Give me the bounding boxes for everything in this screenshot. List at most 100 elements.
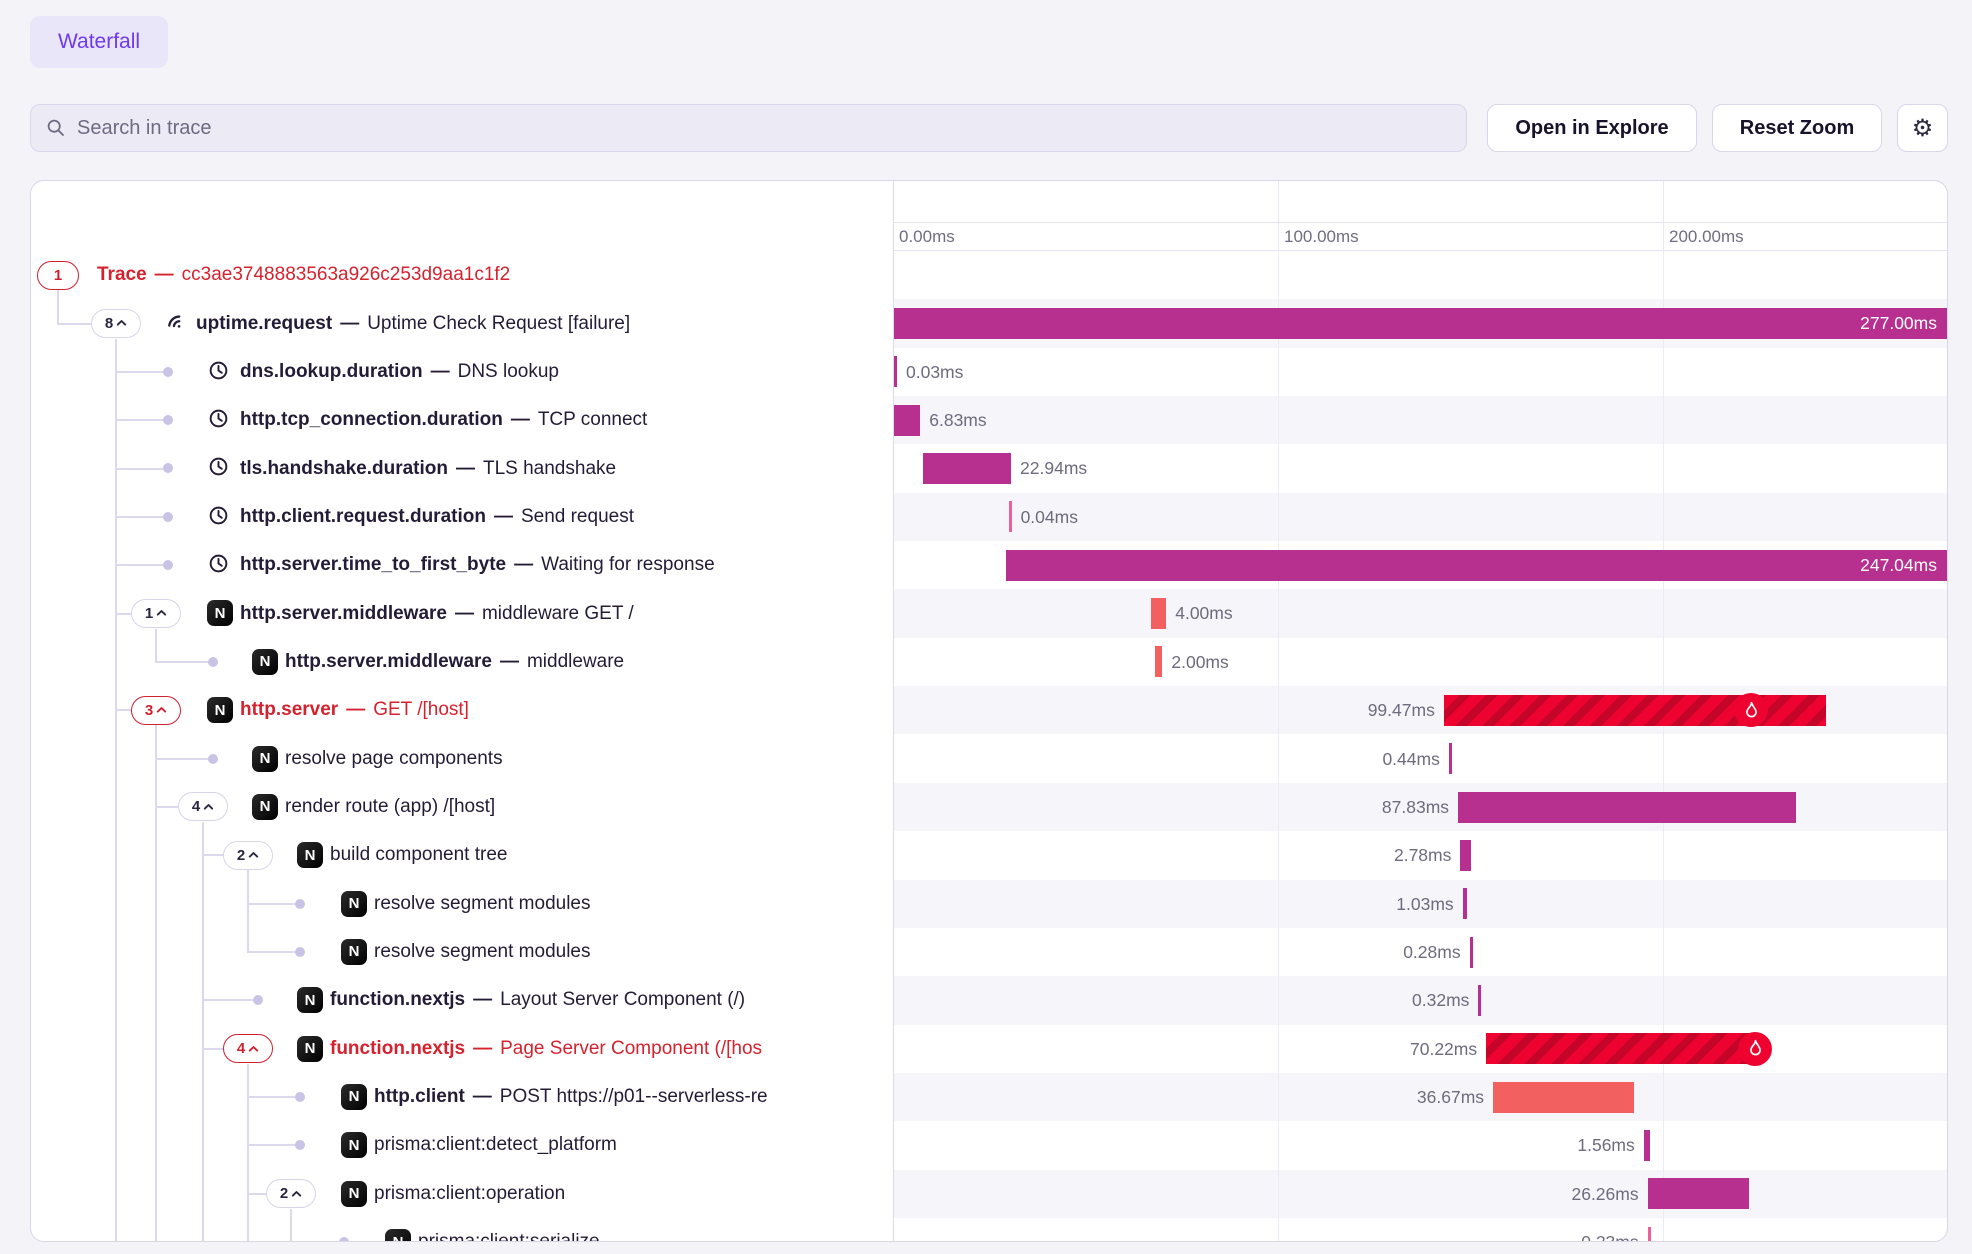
waterfall-row[interactable]: 0.32ms — [893, 976, 1948, 1024]
tree-row[interactable]: 2Nprisma:client:operation — [31, 1170, 893, 1218]
tree-row[interactable]: Nprisma:client:serialize — [31, 1218, 893, 1242]
waterfall-row[interactable]: 0.44ms — [893, 735, 1948, 783]
span-title: build component tree — [330, 844, 507, 866]
tree-row[interactable]: Nprisma:client:detect_platform — [31, 1121, 893, 1169]
panel-divider[interactable] — [893, 181, 894, 1241]
open-in-explore-button[interactable]: Open in Explore — [1487, 104, 1697, 152]
span-description: render route (app) /[host] — [285, 783, 495, 831]
duration-bar[interactable] — [1478, 985, 1481, 1016]
waterfall-row[interactable]: 22.94ms — [893, 444, 1948, 492]
nextjs-icon: N — [297, 1036, 323, 1062]
waterfall-row[interactable]: 0.03ms — [893, 348, 1948, 396]
gridline — [1663, 251, 1664, 1241]
span-title: render route (app) /[host] — [285, 796, 495, 818]
span-title: http.client.request.duration — [240, 506, 486, 528]
duration-bar[interactable] — [1463, 888, 1467, 919]
waterfall-row[interactable]: 2.78ms — [893, 831, 1948, 879]
badge-count: 1 — [145, 605, 153, 622]
leaf-dot — [163, 463, 173, 473]
expand-badge[interactable]: 1 — [37, 261, 79, 290]
nextjs-icon: N — [341, 1132, 367, 1158]
duration-bar[interactable] — [1644, 1130, 1650, 1161]
duration-bar[interactable] — [1648, 1178, 1749, 1209]
badge-count: 2 — [237, 847, 245, 864]
duration-label: 87.83ms — [1382, 783, 1449, 831]
duration-bar[interactable] — [894, 405, 920, 436]
waterfall-row[interactable]: 4.00ms — [893, 589, 1948, 637]
duration-bar[interactable] — [1458, 792, 1796, 823]
waterfall-row[interactable]: 6.83ms — [893, 396, 1948, 444]
duration-bar[interactable]: 277.00ms — [894, 308, 1947, 339]
timeline-minimap[interactable] — [894, 181, 1947, 223]
waterfall-row[interactable]: 247.04ms — [893, 541, 1948, 589]
nextjs-icon: N — [207, 600, 233, 626]
tree-row[interactable]: Nresolve segment modules — [31, 928, 893, 976]
duration-bar[interactable] — [1460, 840, 1471, 871]
waterfall-row[interactable]: 26.26ms — [893, 1170, 1948, 1218]
waterfall-row[interactable]: 0.28ms — [893, 928, 1948, 976]
leaf-dot — [253, 995, 263, 1005]
waterfall-row[interactable]: 1.56ms — [893, 1121, 1948, 1169]
tree-row[interactable]: 3Nhttp.server—GET /[host] — [31, 686, 893, 734]
tree-row[interactable]: Nhttp.client—POST https://p01--serverles… — [31, 1073, 893, 1121]
expand-badge[interactable]: 4 — [223, 1034, 273, 1063]
chevron-up-icon — [291, 1190, 302, 1198]
badge-count: 3 — [145, 702, 153, 719]
waterfall-row[interactable]: 36.67ms — [893, 1073, 1948, 1121]
expand-badge[interactable]: 4 — [178, 792, 228, 821]
duration-bar[interactable] — [1155, 646, 1163, 677]
separator: — — [514, 554, 533, 576]
fire-icon[interactable] — [1738, 1032, 1772, 1066]
tree-branch-line — [247, 1064, 249, 1241]
tree-row[interactable]: Nfunction.nextjs—Layout Server Component… — [31, 976, 893, 1024]
duration-bar[interactable] — [923, 453, 1011, 484]
waterfall-row[interactable]: 99.47ms — [893, 686, 1948, 734]
tree-row[interactable]: 4Nfunction.nextjs—Page Server Component … — [31, 1025, 893, 1073]
tree-row[interactable]: 1Trace—cc3ae3748883563a926c253d9aa1c1f2 — [31, 251, 893, 299]
span-subtitle: middleware — [527, 651, 624, 673]
duration-bar[interactable] — [1151, 598, 1166, 629]
expand-badge[interactable]: 2 — [223, 841, 273, 870]
span-description: http.client—POST https://p01--serverless… — [374, 1073, 768, 1121]
duration-bar[interactable] — [1493, 1082, 1634, 1113]
waterfall-row[interactable]: 87.83ms — [893, 783, 1948, 831]
duration-label: 1.56ms — [1577, 1121, 1634, 1169]
leaf-dot — [208, 657, 218, 667]
flame-icon — [1746, 1039, 1765, 1058]
waterfall-row[interactable]: 70.22ms — [893, 1025, 1948, 1073]
search-icon — [46, 118, 66, 138]
span-description: http.server.time_to_first_byte—Waiting f… — [240, 541, 715, 589]
settings-button[interactable]: ⚙ — [1897, 104, 1948, 152]
waterfall-row[interactable]: 1.03ms — [893, 880, 1948, 928]
tree-row[interactable]: 1Nhttp.server.middleware—middleware GET … — [31, 589, 893, 637]
clock-icon — [207, 552, 230, 575]
search-input[interactable] — [30, 104, 1467, 152]
waterfall-row[interactable]: 2.00ms — [893, 638, 1948, 686]
tab-waterfall[interactable]: Waterfall — [30, 16, 168, 68]
waterfall-row[interactable] — [893, 251, 1948, 299]
reset-zoom-button[interactable]: Reset Zoom — [1712, 104, 1882, 152]
waterfall-row[interactable]: 0.23ms — [893, 1218, 1948, 1242]
nextjs-icon: N — [341, 1084, 367, 1110]
span-description: prisma:client:detect_platform — [374, 1121, 617, 1169]
waterfall-row[interactable]: 277.00ms — [893, 299, 1948, 347]
duration-bar[interactable] — [1009, 501, 1012, 532]
tree-row[interactable]: Nresolve segment modules — [31, 880, 893, 928]
badge-count: 8 — [105, 315, 113, 332]
duration-bar[interactable]: 247.04ms — [1006, 550, 1947, 581]
tree-row[interactable]: 2Nbuild component tree — [31, 831, 893, 879]
duration-bar[interactable] — [1486, 1033, 1756, 1064]
expand-badge[interactable]: 1 — [131, 599, 181, 628]
duration-bar[interactable] — [1648, 1227, 1651, 1242]
expand-badge[interactable]: 8 — [91, 309, 141, 338]
separator: — — [431, 361, 450, 383]
duration-bar[interactable] — [894, 356, 897, 387]
expand-badge[interactable]: 3 — [131, 696, 181, 725]
waterfall-row[interactable]: 0.04ms — [893, 493, 1948, 541]
duration-bar[interactable] — [1444, 695, 1826, 726]
tree-row[interactable]: 8uptime.request—Uptime Check Request [fa… — [31, 299, 893, 347]
expand-badge[interactable]: 2 — [266, 1179, 316, 1208]
duration-bar[interactable] — [1449, 743, 1452, 774]
duration-bar[interactable] — [1470, 937, 1473, 968]
separator: — — [473, 989, 492, 1011]
